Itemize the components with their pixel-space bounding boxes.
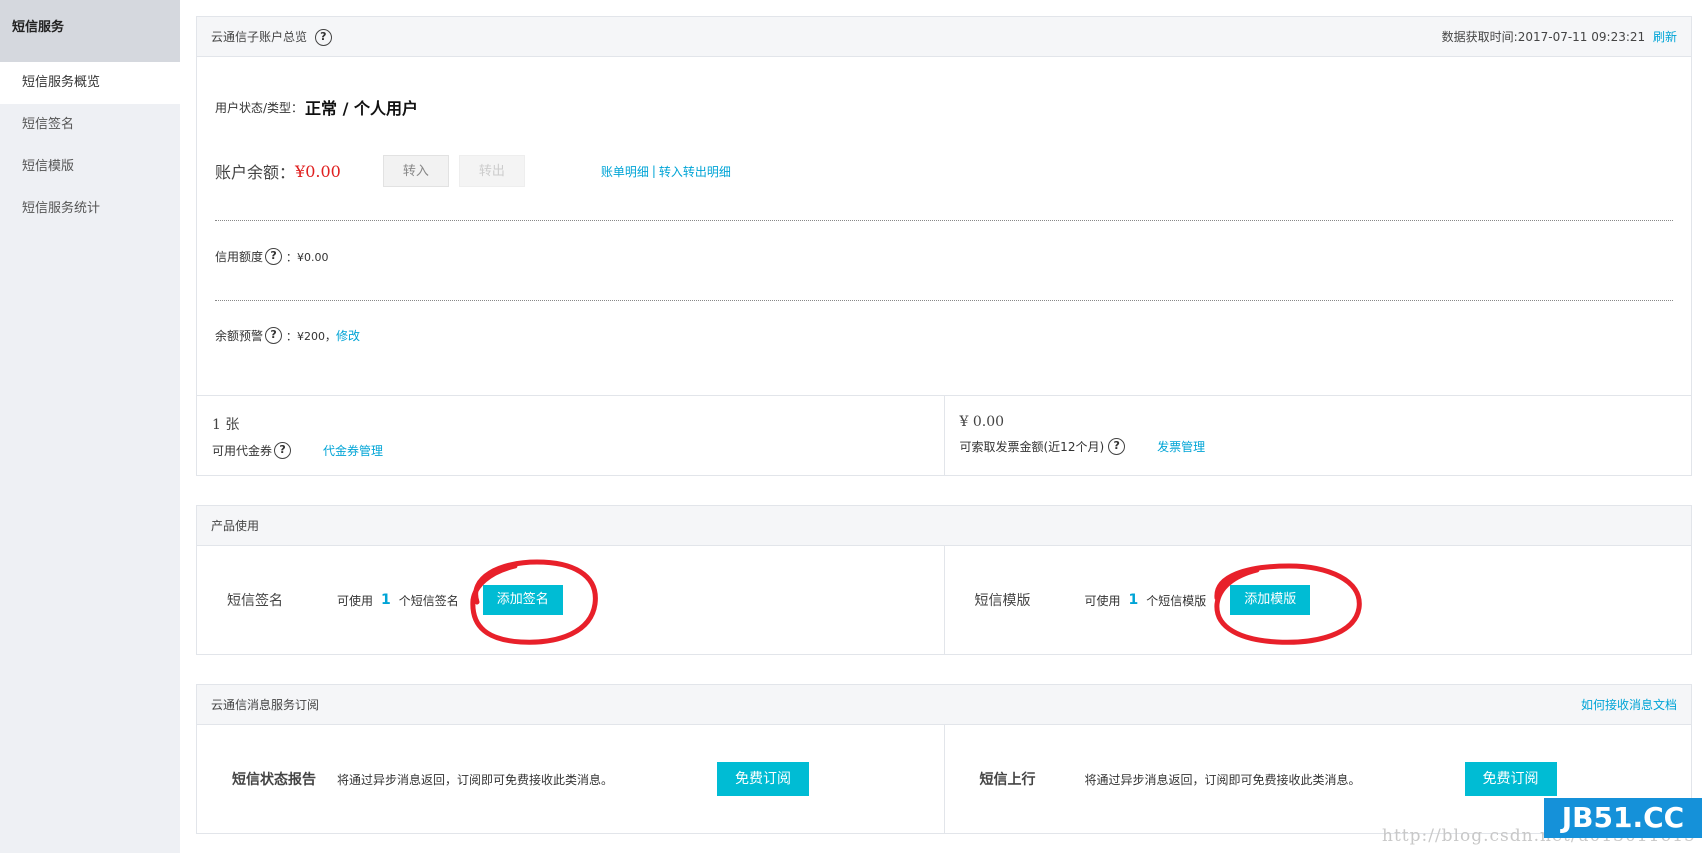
link-separator: | xyxy=(651,164,656,178)
signature-usage-prefix: 可使用 xyxy=(337,593,374,608)
sidebar-item-statistics[interactable]: 短信服务统计 xyxy=(0,188,180,230)
template-count: 1 xyxy=(1128,592,1139,608)
user-status-row: 用户状态/类型： 正常 / 个人用户 xyxy=(215,95,418,119)
watermark-logo: JB51.CC xyxy=(1544,798,1702,838)
divider xyxy=(215,220,1673,221)
balance-value: ¥0.00 xyxy=(295,161,341,181)
receive-message-doc-link[interactable]: 如何接收消息文档 xyxy=(1581,696,1677,713)
add-template-button[interactable]: 添加模版 xyxy=(1230,585,1311,615)
bill-detail-link[interactable]: 账单明细 xyxy=(601,163,649,180)
invoice-amount: ¥ 0.00 xyxy=(959,414,1005,430)
account-panel-title: 云通信子账户总览 xyxy=(211,29,308,44)
invoice-cell: ¥ 0.00 可索取发票金额(近12个月) ? 发票管理 xyxy=(943,396,1692,476)
uplink-desc: 将通过异步消息返回，订阅即可免费接收此类消息。 xyxy=(1084,772,1361,787)
product-panel-title: 产品使用 xyxy=(211,519,260,533)
uplink-name: 短信上行 xyxy=(979,772,1036,788)
template-usage-suffix: 个短信模版 xyxy=(1146,593,1207,608)
subscribe-status-report-button[interactable]: 免费订阅 xyxy=(717,762,809,796)
invoice-label: 可索取发票金额(近12个月) xyxy=(959,440,1105,454)
signature-usage-suffix: 个短信签名 xyxy=(398,593,459,608)
invoice-manage-link[interactable]: 发票管理 xyxy=(1157,438,1205,455)
help-icon[interactable]: ? xyxy=(274,442,292,459)
user-status-value: 正常 / 个人用户 xyxy=(305,99,419,118)
product-usage-panel: 产品使用 短信签名 可使用 1 个短信签名 添加签名 短信模版 可使用 1 个短… xyxy=(196,505,1692,655)
divider xyxy=(215,300,1673,301)
balance-alert-label: 余额预警 xyxy=(215,329,264,343)
credit-value: ：¥0.00 xyxy=(286,250,329,264)
balance-alert-row: 余额预警 ? ：¥200， 修改 xyxy=(215,327,360,344)
balance-alert-edit-link[interactable]: 修改 xyxy=(336,327,360,344)
balance-row: 账户余额： ¥0.00 转入 转出 账单明细 | 转入转出明细 xyxy=(215,155,731,187)
balance-alert-value: ：¥200， xyxy=(286,329,337,343)
signature-count: 1 xyxy=(381,592,391,608)
help-icon[interactable]: ? xyxy=(265,248,283,265)
user-status-label: 用户状态/类型： xyxy=(215,100,304,115)
subscription-panel: 云通信消息服务订阅 如何接收消息文档 短信状态报告 将通过异步消息返回，订阅即可… xyxy=(196,684,1692,834)
product-body: 短信签名 可使用 1 个短信签名 添加签名 短信模版 可使用 1 个短信模版 添… xyxy=(197,546,1691,654)
sidebar-item-template[interactable]: 短信模版 xyxy=(0,146,180,188)
status-report-desc: 将通过异步消息返回，订阅即可免费接收此类消息。 xyxy=(337,772,614,787)
help-icon[interactable]: ? xyxy=(265,327,283,344)
subscribe-uplink-button[interactable]: 免费订阅 xyxy=(1464,762,1557,796)
transfer-detail-link[interactable]: 转入转出明细 xyxy=(659,163,731,180)
account-body: 用户状态/类型： 正常 / 个人用户 账户余额： ¥0.00 转入 转出 账单明… xyxy=(197,57,1691,396)
status-report-name: 短信状态报告 xyxy=(232,772,316,788)
main-content: 云通信子账户总览 ? 数据获取时间:2017-07-11 09:23:21 刷新… xyxy=(196,16,1692,834)
subscription-panel-title: 云通信消息服务订阅 xyxy=(211,698,320,712)
subscription-body: 短信状态报告 将通过异步消息返回，订阅即可免费接收此类消息。 免费订阅 短信上行… xyxy=(197,725,1691,833)
status-report-cell: 短信状态报告 将通过异步消息返回，订阅即可免费接收此类消息。 免费订阅 xyxy=(197,725,944,833)
add-signature-button[interactable]: 添加签名 xyxy=(482,585,563,615)
help-icon[interactable]: ? xyxy=(1108,438,1126,455)
voucher-label: 可用代金券 xyxy=(212,444,273,458)
credit-row: 信用额度 ? ：¥0.00 xyxy=(215,248,329,265)
signature-usage-name: 短信签名 xyxy=(227,593,283,609)
subscription-panel-header: 云通信消息服务订阅 如何接收消息文档 xyxy=(197,685,1691,725)
product-panel-header: 产品使用 xyxy=(197,506,1691,546)
sidebar-title: 短信服务 xyxy=(0,0,180,62)
account-panel-header: 云通信子账户总览 ? 数据获取时间:2017-07-11 09:23:21 刷新 xyxy=(197,17,1691,57)
signature-usage-cell: 短信签名 可使用 1 个短信签名 添加签名 xyxy=(197,546,944,654)
voucher-manage-link[interactable]: 代金券管理 xyxy=(323,442,383,459)
account-footer: 1 张 可用代金券 ? 代金券管理 ¥ 0.00 可索取发票金额(近12个月) … xyxy=(197,396,1691,476)
voucher-cell: 1 张 可用代金券 ? 代金券管理 xyxy=(197,396,944,476)
refresh-link[interactable]: 刷新 xyxy=(1653,30,1677,44)
account-overview-panel: 云通信子账户总览 ? 数据获取时间:2017-07-11 09:23:21 刷新… xyxy=(196,16,1692,476)
sidebar-item-signature[interactable]: 短信签名 xyxy=(0,104,180,146)
template-usage-cell: 短信模版 可使用 1 个短信模版 添加模版 xyxy=(943,546,1692,654)
help-icon[interactable]: ? xyxy=(314,28,332,46)
template-usage-name: 短信模版 xyxy=(974,593,1031,609)
template-usage-prefix: 可使用 xyxy=(1084,593,1121,608)
sidebar-item-overview[interactable]: 短信服务概览 xyxy=(0,62,180,104)
fetch-time: 数据获取时间:2017-07-11 09:23:21 xyxy=(1441,30,1646,44)
balance-label: 账户余额： xyxy=(215,163,296,182)
credit-label: 信用额度 xyxy=(215,250,264,264)
sidebar: 短信服务 短信服务概览 短信签名 短信模版 短信服务统计 xyxy=(0,0,180,853)
transfer-in-button[interactable]: 转入 xyxy=(382,155,449,187)
voucher-count: 1 张 xyxy=(212,417,240,433)
transfer-out-button[interactable]: 转出 xyxy=(458,155,525,187)
